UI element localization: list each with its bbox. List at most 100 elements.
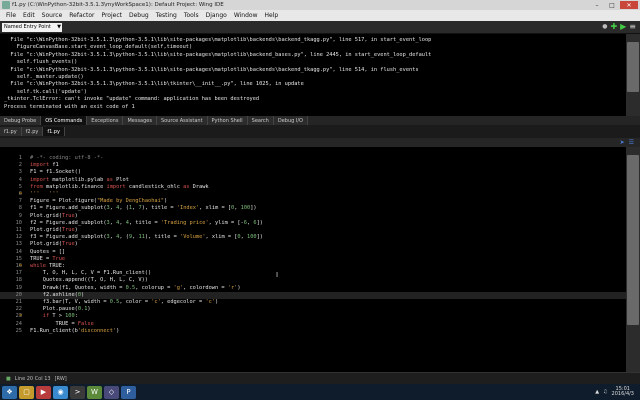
tab-source-assistant[interactable]: Source Assistant (156, 116, 208, 125)
code-line[interactable]: 20 f2.axhline(0) (0, 291, 626, 299)
code-line[interactable]: 8 f1 = Figure.add_subplot(3, 4, (1, 7), t… (0, 205, 626, 212)
file-tab[interactable]: f1.py (0, 127, 22, 136)
output-scrollbar[interactable] (626, 34, 640, 116)
run-icon[interactable]: ▶ (620, 23, 626, 31)
code-line[interactable]: 19 Drawk(f1, Quotes, width = 0.5, coloru… (0, 285, 626, 292)
code-text: Quotes = [] (30, 248, 66, 255)
taskbar-app-icon[interactable]: ◇ (104, 385, 119, 399)
stack-dropdown[interactable]: Named Entry Point ▼ (2, 22, 62, 32)
close-button[interactable]: ✕ (620, 1, 638, 9)
status-icon: ■ (6, 375, 11, 382)
options-icon[interactable]: ● (602, 23, 607, 31)
menu-help[interactable]: Help (262, 12, 282, 19)
taskbar-python-icon[interactable]: P (121, 385, 136, 399)
code-text: F1.Run_client(b'disconnect') (30, 327, 120, 334)
code-line[interactable]: 25 F1.Run_client(b'disconnect') (0, 328, 626, 335)
menu-icon[interactable]: ≡ (629, 23, 636, 31)
editor-scrollbar[interactable] (626, 147, 640, 372)
code-editor[interactable]: 1 # -*- coding: utf-8 -*- 2 import f1 3 F1 = … (0, 147, 626, 372)
fold-marker-icon[interactable]: = (19, 313, 22, 319)
line-number: 3 (18, 169, 22, 176)
code-line[interactable]: 23 = if T > 100: (0, 313, 626, 320)
line-number: 11 (15, 227, 22, 233)
code-line[interactable]: 5 from matplotlib.finance import candlest… (0, 184, 626, 191)
window-title: f1.py (C:\WinPython-32bit-3.5.1.3\myWork… (12, 2, 224, 8)
code-line[interactable]: 18 Quotes.append((T, O, H, L, C, V)) (0, 277, 626, 284)
tab-debug-probe[interactable]: Debug Probe (0, 116, 42, 125)
mouse-cursor-icon: I (276, 271, 279, 279)
code-line[interactable]: 12 f3 = Figure.add_subplot(3, 4, (9, 11),… (0, 234, 626, 241)
editor-scroll-thumb[interactable] (627, 155, 639, 325)
network-icon[interactable]: ▲ (595, 389, 599, 395)
taskbar-wing-icon[interactable]: W (87, 385, 102, 399)
code-text: Plot.grid(True) (30, 241, 78, 248)
start-button[interactable]: ❖ (2, 385, 17, 399)
code-line[interactable]: 10 f2 = Figure.add_subplot(3, 4, 4, title… (0, 220, 626, 227)
tab-exceptions[interactable]: Exceptions (87, 116, 124, 125)
clock[interactable]: 15:01 2016/4/3 (612, 386, 634, 398)
output-line: FigureCanvasBase.start_event_loop_defaul… (4, 44, 193, 51)
code-line[interactable]: 9 Plot.grid(True) (0, 213, 626, 220)
taskbar-terminal-icon[interactable]: > (70, 385, 85, 399)
tab-os-commands[interactable]: OS Commands (41, 116, 88, 125)
code-text: import matplotlib.pylab as Plot (30, 176, 129, 183)
taskbar-media-icon[interactable]: ▶ (36, 385, 51, 399)
line-number: 22 (15, 306, 22, 313)
file-tab[interactable]: f1.py (43, 127, 66, 136)
tab-search[interactable]: Search (247, 116, 274, 125)
code-text: if T > 100: (42, 313, 78, 320)
volume-icon[interactable]: ♫ (603, 389, 607, 395)
code-line[interactable]: 1 # -*- coding: utf-8 -*- (0, 155, 626, 162)
debug-output-panel[interactable]: File "c:\WinPython-32bit-3.5.1.3\python-… (0, 34, 626, 116)
menu-file[interactable]: File (3, 12, 19, 19)
line-number: 1 (18, 155, 22, 161)
tab-python-shell[interactable]: Python Shell (207, 116, 248, 125)
menu-testing[interactable]: Testing (153, 12, 180, 19)
code-line[interactable]: 21 f3.bar(T, V, width = 0.5, color = 'c'… (0, 299, 626, 306)
code-line[interactable]: 13 Plot.grid(True) (0, 241, 626, 248)
fold-marker-icon[interactable]: = (19, 263, 22, 269)
code-text: T, O, H, L, C, V = F1.Run_client() (30, 270, 152, 277)
code-line[interactable]: 15 TRUE = True (0, 256, 626, 263)
editor-toolbar: ➤ ☰ (0, 138, 640, 147)
menu-window[interactable]: Window (231, 12, 261, 19)
code-line[interactable]: 2 import f1 (0, 162, 626, 169)
code-text: TRUE = True (30, 255, 66, 262)
code-text: Figure = Plot.figure("Made by DengChaoha… (30, 198, 168, 205)
menu-edit[interactable]: Edit (20, 12, 38, 19)
options-menu-icon[interactable]: ☰ (629, 139, 634, 146)
menu-django[interactable]: Django (203, 12, 230, 19)
line-number: 15 (15, 255, 22, 262)
file-tab[interactable]: f2.py (21, 127, 44, 136)
code-line[interactable]: 17 T, O, H, L, C, V = F1.Run_client() (0, 270, 626, 277)
menu-bar: File Edit Source Refactor Project Debug Testin… (0, 10, 640, 21)
code-text: Quotes.append((T, O, H, L, C, V)) (30, 277, 148, 284)
code-line[interactable]: 16 = while TRUE: (0, 263, 626, 270)
code-line[interactable]: 6 = ''' ''' (0, 191, 626, 198)
output-scroll-thumb[interactable] (627, 42, 639, 92)
minimize-button[interactable]: – (590, 1, 604, 9)
code-line[interactable]: 22 Plot.pause(0.1) (0, 306, 626, 313)
code-text: F1 = f1.Socket() (30, 169, 82, 176)
tab-debug-i-o[interactable]: Debug I/O (273, 116, 308, 125)
maximize-button[interactable]: □ (605, 1, 619, 9)
menu-tools[interactable]: Tools (181, 12, 202, 19)
code-line[interactable]: 3 F1 = f1.Socket() (0, 169, 626, 176)
code-line[interactable]: 7 Figure = Plot.figure("Made by DengChaoh… (0, 198, 626, 205)
menu-debug[interactable]: Debug (126, 12, 152, 19)
menu-refactor[interactable]: Refactor (66, 12, 97, 19)
taskbar-folder-icon[interactable]: ▢ (19, 385, 34, 399)
code-line[interactable]: 14 Quotes = [] (0, 249, 626, 256)
fold-marker-icon[interactable]: = (19, 191, 22, 197)
pin-icon[interactable]: ➤ (620, 139, 625, 146)
tab-messages[interactable]: Messages (123, 116, 157, 125)
add-icon[interactable]: ✚ (610, 23, 617, 31)
output-line: self.tk.call('update') (4, 88, 87, 95)
code-line[interactable]: 4 import matplotlib.pylab as Plot (0, 177, 626, 184)
menu-project[interactable]: Project (98, 12, 125, 19)
line-number: 2 (18, 162, 22, 169)
taskbar-browser-icon[interactable]: ◉ (53, 385, 68, 399)
code-line[interactable]: 11 Plot.grid(True) (0, 227, 626, 234)
menu-source[interactable]: Source (39, 12, 66, 19)
code-line[interactable]: 24 TRUE = False (0, 321, 626, 328)
